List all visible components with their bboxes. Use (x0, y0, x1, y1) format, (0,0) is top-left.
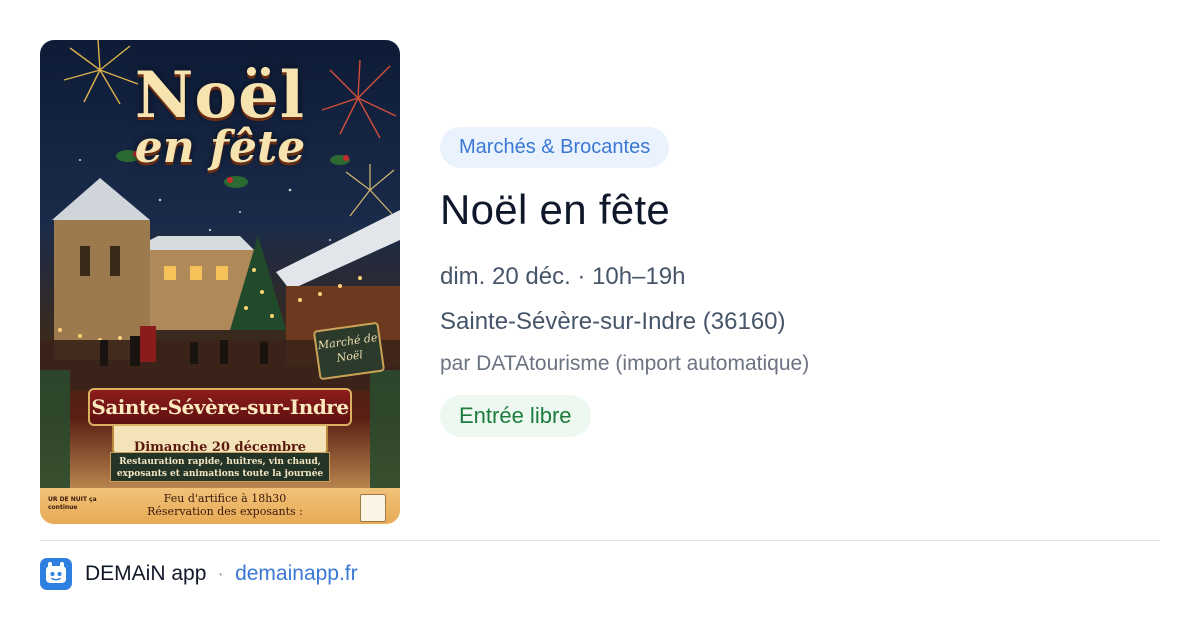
house-roof (150, 236, 254, 250)
event-datetime: dim. 20 déc. · 10h–19h (440, 263, 686, 290)
category-badge[interactable]: Marchés & Brocantes (440, 127, 670, 168)
price-badge: Entrée libre (440, 395, 591, 437)
app-name: DEMAiN app (85, 562, 207, 585)
event-location: Sainte-Sévère-sur-Indre (36160) (440, 308, 786, 335)
stall-roof (276, 210, 400, 290)
event-poster-image: Noël en fête Marché de Noël Dimanche 20 … (40, 40, 400, 524)
event-title: Noël en fête (440, 186, 671, 233)
poster-bottom-line2: Réservation des exposants : (147, 505, 303, 518)
poster-title-line2: en fête (134, 122, 306, 173)
poster-stall-sign: Marché de Noël (312, 321, 386, 381)
footer-separator: · (217, 562, 225, 585)
app-website-link[interactable]: demainapp.fr (235, 562, 358, 586)
poster-info-line1: Restauration rapide, huîtres, vin chaud, (119, 457, 321, 467)
demain-app-icon[interactable] (40, 558, 72, 590)
footer-divider (40, 540, 1160, 541)
poster-municipality-logo (360, 494, 386, 522)
poster-info-panel: Restauration rapide, huîtres, vin chaud,… (110, 452, 330, 482)
figure-red-coat (140, 326, 156, 362)
footer: DEMAiN app · demainapp.fr (40, 558, 358, 590)
event-source: par DATAtourisme (import automatique) (440, 352, 810, 375)
poster-town-banner: Sainte-Sévère-sur-Indre (88, 388, 352, 426)
poster-corner-text: UR DE NUIT ça continue (48, 496, 97, 511)
poster-bottom-text: Feu d'artifice à 18h30 Réservation des e… (140, 492, 310, 518)
poster-bottom-line1: Feu d'artifice à 18h30 (163, 492, 287, 505)
church-roof (52, 178, 150, 220)
poster-info-line2: exposants et animations toute la journée (116, 469, 324, 479)
